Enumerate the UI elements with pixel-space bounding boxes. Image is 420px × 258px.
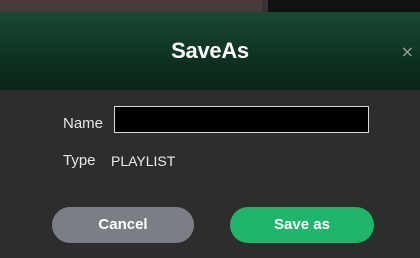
background-panel-right bbox=[268, 0, 420, 12]
close-icon[interactable]: × bbox=[401, 42, 414, 61]
save-as-button[interactable]: Save as bbox=[230, 207, 374, 243]
background-panel-left bbox=[0, 0, 262, 12]
dialog-title: SaveAs bbox=[171, 38, 249, 63]
save-as-dialog: SaveAs × Name Type PLAYLIST Cancel Save … bbox=[0, 12, 420, 258]
cancel-button[interactable]: Cancel bbox=[52, 207, 194, 243]
name-input[interactable] bbox=[114, 106, 369, 133]
type-label: Type bbox=[63, 152, 96, 169]
background-app-strip bbox=[0, 0, 420, 12]
type-value: PLAYLIST bbox=[111, 153, 176, 169]
dialog-header: SaveAs × bbox=[0, 12, 420, 90]
name-label: Name bbox=[63, 115, 104, 132]
